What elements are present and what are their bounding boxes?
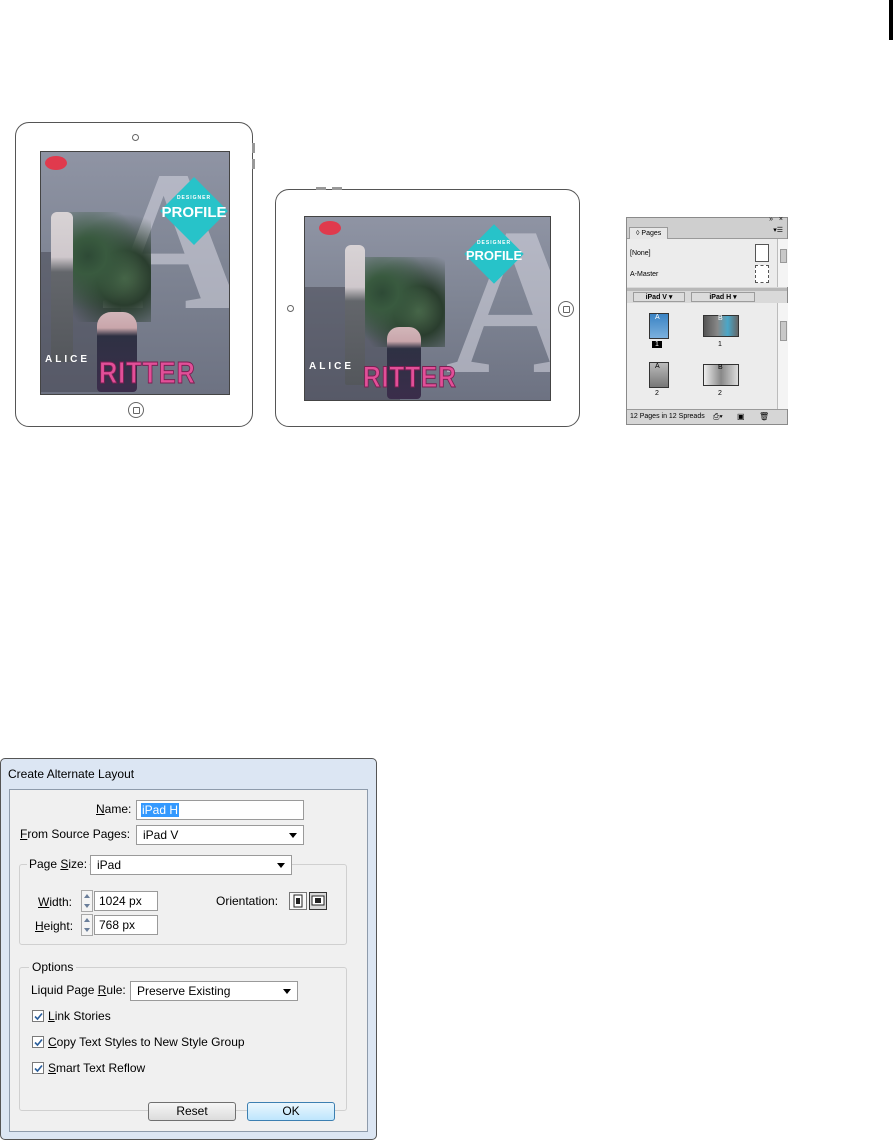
portrait-orientation-button[interactable] [289,892,307,910]
side-button [316,187,326,190]
link-stories-checkbox[interactable] [32,1010,44,1022]
layout-header-ipad-v[interactable]: iPad V ▾ [633,292,685,302]
master-thumbnail-a[interactable] [755,265,769,283]
new-page-icon[interactable]: ▣ [737,410,745,423]
close-icon[interactable]: × [779,216,783,223]
portrait-icon [293,894,303,908]
collapse-icon[interactable]: » [769,216,773,223]
cover-last-name: RITTER [363,361,457,395]
stepper-down-icon[interactable] [84,928,90,932]
dialog-body: Name: iPad H From Source Pages: iPad V P… [9,789,368,1132]
height-stepper[interactable] [81,914,93,936]
stepper-down-icon[interactable] [84,904,90,908]
page-size-label: Page Size: [27,857,90,871]
layout-header-ipad-h[interactable]: iPad H ▾ [691,292,755,302]
source-pages-select[interactable]: iPad V [136,825,304,845]
ipad-horizontal-mockup: A DESIGNER PROFILE ALICE RITTER [275,187,580,427]
panel-menu-icon[interactable]: ▾☰ [773,226,783,234]
master-item-none[interactable]: [None] [630,250,770,264]
smart-text-reflow-checkbox[interactable] [32,1062,44,1074]
copy-text-styles-checkbox[interactable] [32,1036,44,1048]
side-button [332,187,342,190]
stepper-up-icon[interactable] [84,894,90,898]
create-alternate-layout-dialog: Create Alternate Layout Name: iPad H Fro… [0,758,377,1140]
designer-kicker: DESIGNER [176,195,212,201]
page-number-h2[interactable]: 2 [715,390,725,397]
side-button [252,143,255,153]
ipad-vertical-mockup: A DESIGNER PROFILE ALICE RITTER [15,122,255,427]
page-number-h1[interactable]: 1 [715,341,725,348]
page-number-v1[interactable]: 1 [652,341,662,348]
options-label: Options [29,960,77,974]
master-thumbnail-none[interactable] [755,244,769,262]
master-label: A-Master [630,271,659,278]
width-label: Width: [38,895,73,909]
masters-section: [None] A-Master [627,239,777,287]
home-button-icon [128,402,144,418]
profile-headline: PROFILE [161,204,227,221]
reset-button[interactable]: Reset [148,1102,236,1121]
chevron-down-icon [289,833,297,838]
delete-page-icon[interactable]: 🗑 [759,410,769,423]
chevron-down-icon [283,989,291,994]
liquid-page-rule-select[interactable]: Preserve Existing [130,981,298,1001]
side-button [252,159,255,169]
pages-panel: » × ◊ Pages ▾☰ [None] A-Master iPad V ▾ … [626,216,788,425]
page-size-select[interactable]: iPad [90,855,292,875]
ipad-horizontal-screen: A DESIGNER PROFILE ALICE RITTER [304,216,551,401]
smart-text-reflow-label[interactable]: Smart Text Reflow [48,1061,145,1075]
chevron-down-icon [277,863,285,868]
camera-icon [287,305,294,312]
name-label: Name: [96,802,132,816]
width-input[interactable]: 1024 px [94,891,158,911]
ok-button[interactable]: OK [247,1102,335,1121]
masters-scrollbar[interactable] [777,239,788,287]
master-item-a-master[interactable]: A-Master [630,271,770,285]
page-edge-marker [889,0,893,40]
page-thumbnail-h1[interactable]: B [703,315,739,337]
checkmark-icon [34,1038,43,1047]
height-input[interactable]: 768 px [94,915,158,935]
home-button-icon [558,301,574,317]
page-thumbnail-v2[interactable]: A [649,362,669,388]
dialog-title: Create Alternate Layout [8,767,135,781]
link-stories-label[interactable]: Link Stories [48,1009,111,1023]
name-input[interactable]: iPad H [136,800,304,820]
magazine-logo-badge [319,221,341,235]
page-size-icon[interactable]: ⎙▾ [713,410,723,423]
master-label: [None] [630,250,651,257]
magazine-logo-badge [45,156,67,170]
cover-last-name: RITTER [99,355,196,391]
copy-text-styles-label[interactable]: Copy Text Styles to New Style Group [48,1035,245,1049]
width-stepper[interactable] [81,890,93,912]
designer-kicker: DESIGNER [476,240,512,246]
panel-footer: 12 Pages in 12 Spreads ⎙▾ ▣ 🗑 [627,409,787,424]
height-label: Height: [35,919,74,933]
cover-first-name: ALICE [45,354,90,365]
checkmark-icon [34,1012,43,1021]
camera-icon [132,134,139,141]
landscape-icon [311,895,325,906]
tab-pages[interactable]: ◊ Pages [629,227,669,239]
pages-scrollbar[interactable] [777,303,788,409]
panel-tab-row: ◊ Pages ▾☰ [627,226,787,239]
stepper-up-icon[interactable] [84,918,90,922]
standing-model-figure [51,212,73,362]
source-pages-label: From Source Pages: [20,827,131,841]
panel-titlebar[interactable]: » × [627,216,787,226]
plant-foliage [61,212,151,322]
page-number-v2[interactable]: 2 [652,390,662,397]
landscape-orientation-button[interactable] [309,892,327,910]
ipad-vertical-screen: A DESIGNER PROFILE ALICE RITTER [40,151,230,395]
cover-first-name: ALICE [309,361,354,372]
page-thumbnail-v1[interactable]: A [649,313,669,339]
page-thumbnail-h2[interactable]: B [703,364,739,386]
orientation-label: Orientation: [216,894,279,908]
section-divider[interactable] [627,288,787,291]
profile-headline: PROFILE [465,248,523,263]
liquid-page-rule-label: Liquid Page Rule: [31,983,126,997]
checkmark-icon [34,1064,43,1073]
pages-section: A 1 B 1 A 2 B 2 [627,303,777,409]
pages-status: 12 Pages in 12 Spreads [630,413,705,420]
